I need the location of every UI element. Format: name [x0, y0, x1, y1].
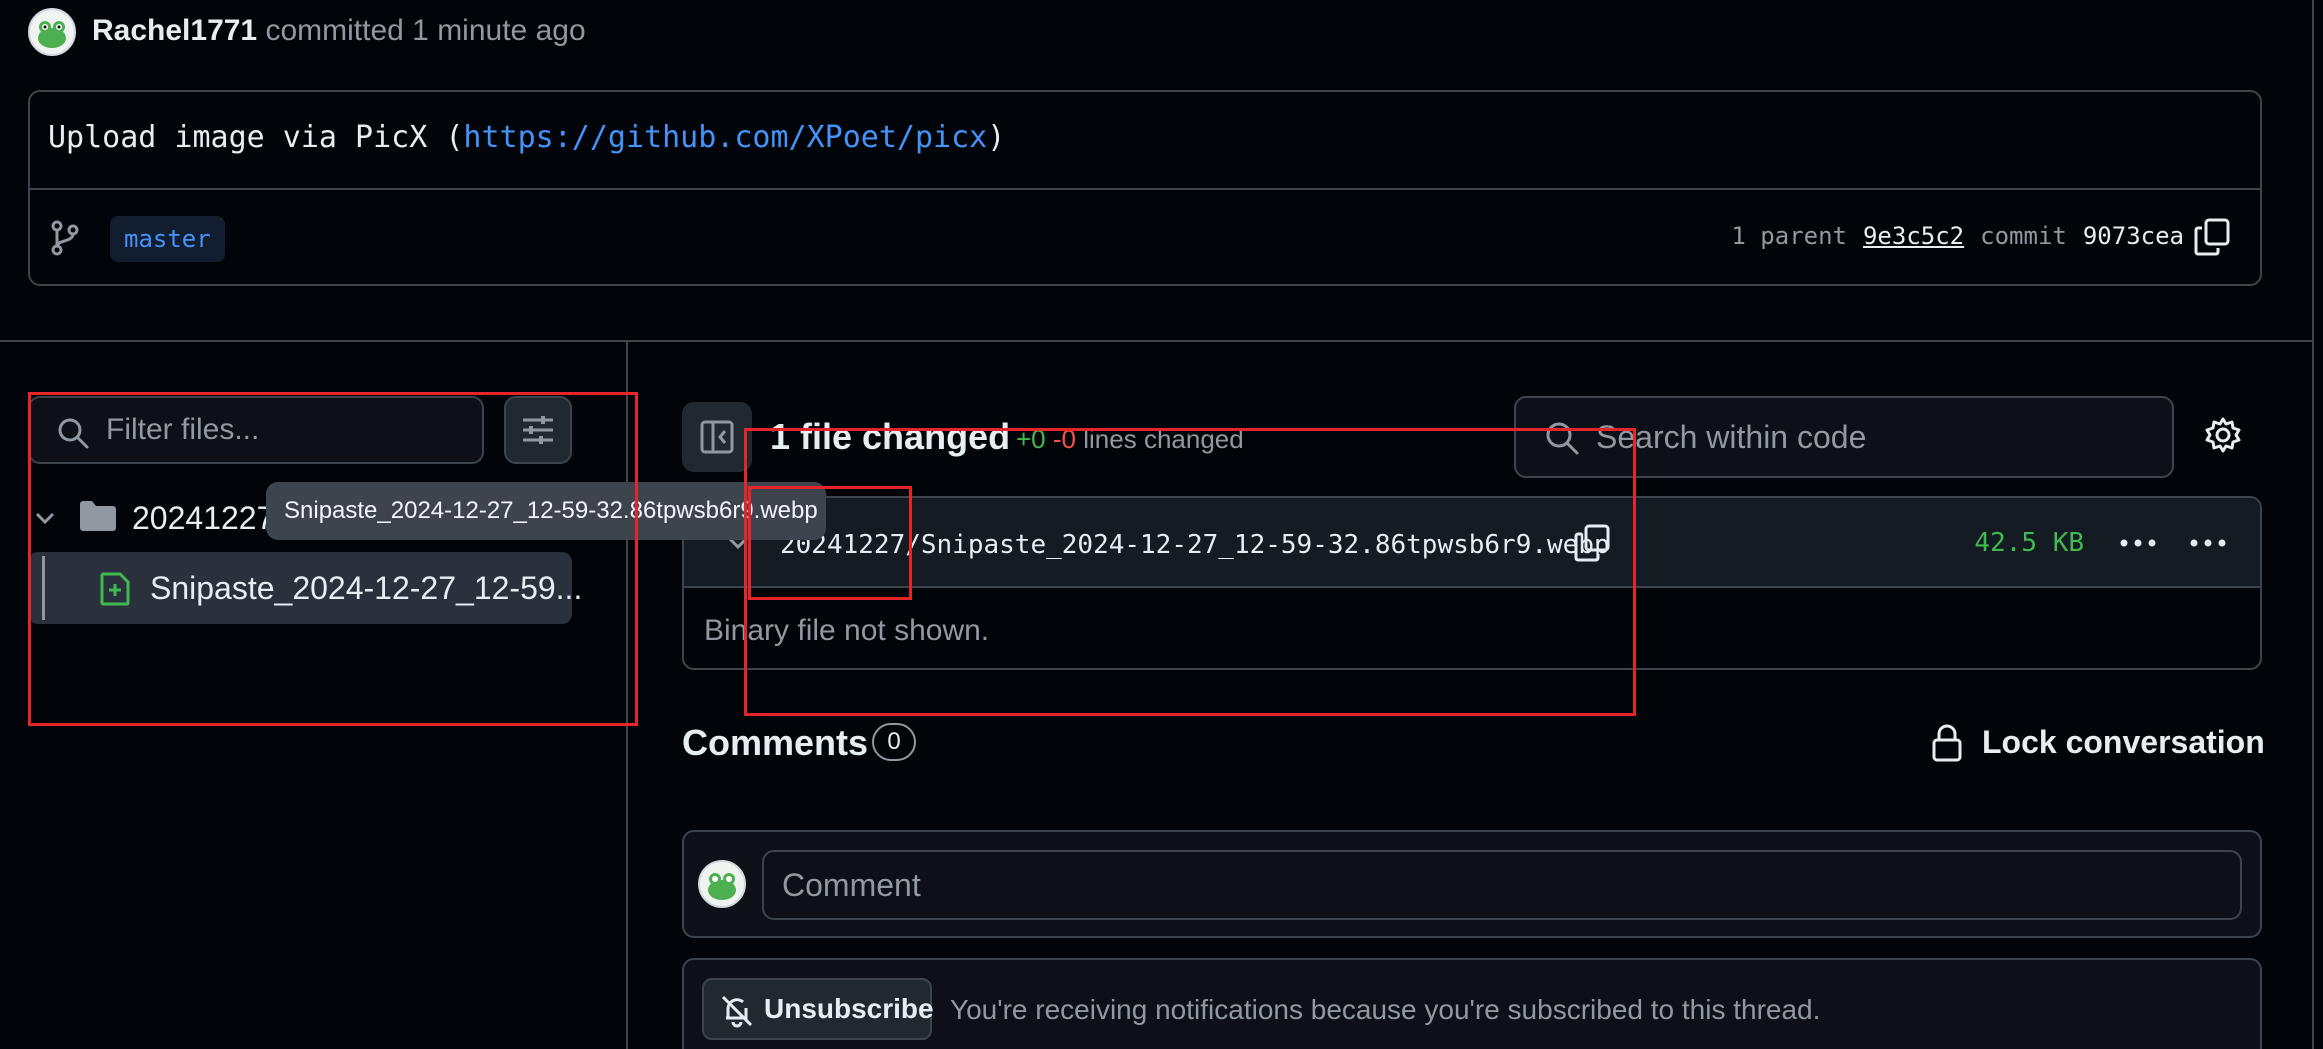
binary-file-note: Binary file not shown.	[704, 614, 990, 647]
search-code-input[interactable]: Search within code	[1514, 396, 2174, 478]
commit-message-link[interactable]: https://github.com/XPoet/picx	[463, 120, 987, 155]
section-divider	[0, 340, 2312, 342]
author-name[interactable]: Rachel1771	[92, 14, 257, 47]
window-edge	[2312, 0, 2314, 1049]
copy-path-icon[interactable]	[1574, 524, 1610, 562]
frog-avatar-icon	[38, 21, 66, 48]
commit-header: Rachel1771 committed 1 minute ago	[92, 14, 586, 48]
commit-box: Upload image via PicX (https://github.co…	[28, 90, 2262, 286]
unsubscribe-label: Unsubscribe	[764, 993, 934, 1024]
file-added-icon	[100, 572, 130, 606]
lock-icon[interactable]	[1930, 724, 1964, 762]
commit-message: Upload image via PicX (https://github.co…	[48, 120, 1005, 155]
divider	[30, 188, 2260, 190]
files-changed-heading: 1 file changed	[770, 416, 1011, 457]
diffstat: +0 -0 lines changed	[1016, 424, 1244, 455]
branch-name[interactable]: master	[110, 216, 225, 262]
comment-input[interactable]: Comment	[762, 850, 2242, 920]
sidebar-collapse-icon	[700, 420, 734, 454]
tree-file-label: Snipaste_2024-12-27_12-59...	[150, 570, 583, 606]
tree-file-item[interactable]: Snipaste_2024-12-27_12-59...	[28, 552, 582, 624]
active-indicator	[42, 556, 45, 620]
parent-label: 1 parent	[1731, 222, 1847, 250]
search-icon	[58, 418, 89, 449]
bell-slash-icon	[721, 995, 753, 1028]
sliders-icon	[523, 416, 553, 444]
toggle-file-tree-button[interactable]	[682, 402, 752, 472]
commit-meta: 1 parent 9e3c5c2 commit 9073cea	[1731, 222, 2184, 250]
commit-time: committed 1 minute ago	[265, 14, 586, 47]
file-path[interactable]: 20241227/Snipaste_2024-12-27_12-59-32.86…	[780, 530, 1610, 560]
file-name-tooltip: Snipaste_2024-12-27_12-59-32.86tpwsb6r9.…	[266, 482, 826, 540]
kebab-horizontal-icon[interactable]	[2118, 528, 2158, 558]
unsubscribe-button[interactable]: Unsubscribe	[702, 978, 934, 1040]
additions-count: +0	[1016, 424, 1046, 454]
comments-count-badge: 0	[872, 723, 916, 761]
subscription-panel: Unsubscribe You're receiving notificatio…	[682, 958, 2262, 1049]
sidebar-divider	[626, 342, 628, 1049]
frog-avatar-icon	[708, 873, 736, 900]
search-icon	[1546, 422, 1579, 455]
commit-sha: 9073cea	[2082, 222, 2184, 250]
commit-label: commit	[1980, 222, 2067, 250]
search-code-placeholder: Search within code	[1596, 418, 1867, 455]
file-tree-settings-button[interactable]	[504, 396, 572, 464]
subscription-notice: You're receiving notifications because y…	[950, 994, 1821, 1025]
chevron-down-icon[interactable]	[34, 504, 56, 534]
copy-icon[interactable]	[2194, 218, 2230, 256]
comments-heading: Comments	[682, 722, 869, 763]
gear-icon[interactable]	[2204, 416, 2242, 454]
file-size: 42.5 KB	[1974, 528, 2084, 558]
folder-icon	[80, 501, 116, 531]
deletions-count: -0	[1052, 424, 1077, 454]
filter-files-input[interactable]: Filter files...	[28, 396, 484, 464]
parent-sha-link[interactable]: 9e3c5c2	[1863, 222, 1964, 250]
tree-folder-label[interactable]: 20241227	[132, 500, 274, 537]
git-branch-icon	[51, 220, 79, 256]
file-diff-header: 20241227/Snipaste_2024-12-27_12-59-32.86…	[684, 498, 2260, 588]
file-diff-card: 20241227/Snipaste_2024-12-27_12-59-32.86…	[682, 496, 2262, 670]
author-avatar[interactable]	[28, 8, 76, 56]
lines-changed-label: lines changed	[1083, 424, 1244, 454]
commit-message-text: Upload image via PicX (	[48, 120, 464, 155]
current-user-avatar	[698, 860, 746, 908]
filter-placeholder: Filter files...	[106, 413, 260, 446]
commit-message-suffix: )	[987, 120, 1006, 155]
lock-conversation-button[interactable]: Lock conversation	[1982, 724, 2265, 761]
more-options-icon[interactable]	[2188, 528, 2228, 558]
comment-composer: Comment	[682, 830, 2262, 938]
